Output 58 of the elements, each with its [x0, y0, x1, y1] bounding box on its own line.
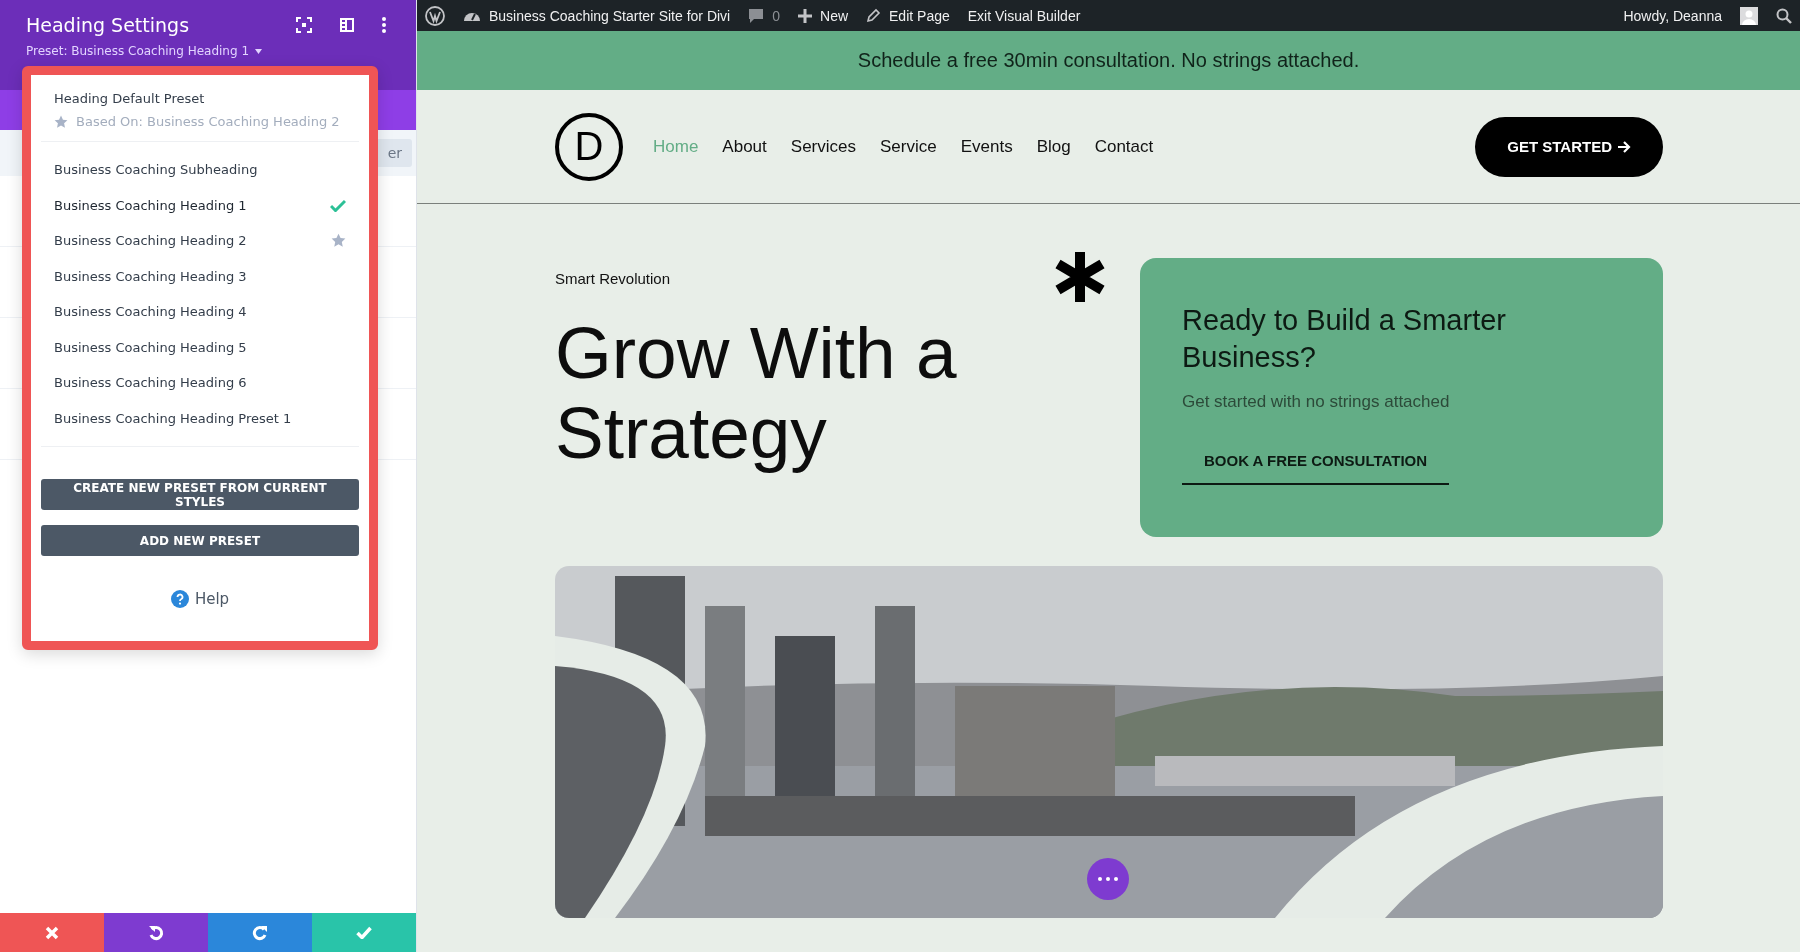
close-icon: [45, 925, 59, 940]
hero-heading: Grow With a Strategy: [555, 313, 958, 473]
comments-link[interactable]: 0: [748, 7, 780, 24]
new-link[interactable]: New: [798, 7, 849, 24]
asterisk-icon: [1053, 250, 1107, 304]
preset-item[interactable]: Business Coaching Heading 3: [41, 258, 359, 294]
card-subtitle: Get started with no strings attached: [1182, 392, 1450, 412]
nav-link[interactable]: About: [722, 136, 767, 157]
more-icon[interactable]: [382, 17, 386, 33]
eyebrow-text: Smart Revolution: [555, 270, 672, 287]
caret-icon: [255, 48, 263, 54]
check-icon: [330, 198, 346, 212]
preset-item[interactable]: Business Coaching Heading 1: [41, 187, 359, 223]
nav-link[interactable]: Contact: [1094, 136, 1154, 157]
star-icon: [54, 114, 68, 129]
user-greeting[interactable]: Howdy, Deanna: [1623, 7, 1722, 24]
preset-item[interactable]: Business Coaching Heading 4: [41, 294, 359, 330]
preset-item[interactable]: Business Coaching Subheading: [41, 152, 359, 188]
logo[interactable]: D: [555, 112, 623, 181]
redo-icon: [252, 924, 268, 941]
nav-link[interactable]: Blog: [1036, 136, 1071, 157]
more-icon: [1098, 877, 1118, 881]
preset-dropdown[interactable]: Preset: Business Coaching Heading 1: [26, 44, 263, 58]
preset-item[interactable]: Business Coaching Heading 5: [41, 329, 359, 365]
focus-icon[interactable]: [296, 17, 312, 33]
nav-link[interactable]: Events: [960, 136, 1013, 157]
redo-button[interactable]: [208, 913, 312, 952]
wordpress-icon[interactable]: [425, 5, 445, 26]
panel-title: Heading Settings: [26, 14, 190, 36]
layout-icon[interactable]: [340, 18, 354, 32]
close-button[interactable]: [0, 913, 104, 952]
nav-link[interactable]: Service: [880, 136, 937, 157]
help-icon[interactable]: [170, 590, 189, 608]
help-link[interactable]: Help: [194, 590, 230, 608]
preset-button[interactable]: CREATE NEW PRESET FROM CURRENT STYLES: [41, 479, 359, 510]
nav-link[interactable]: Services: [790, 136, 856, 157]
banner-text: Schedule a free 30min consultation. No strings attached.: [857, 49, 1360, 72]
card-title: Ready to Build a Smarter Business?: [1182, 303, 1507, 375]
default-preset-label[interactable]: Heading Default Preset: [54, 91, 346, 106]
preset-item[interactable]: Business Coaching Heading 6: [41, 365, 359, 401]
exit-builder-link[interactable]: Exit Visual Builder: [967, 7, 1081, 24]
pencil-icon: [866, 8, 882, 23]
based-on-text: Based On: Business Coaching Heading 2: [76, 114, 340, 129]
preset-item[interactable]: Business Coaching Heading Preset 1: [41, 400, 359, 436]
search-icon[interactable]: [1776, 7, 1792, 24]
site-link[interactable]: Business Coaching Starter Site for Divi: [463, 7, 731, 24]
preset-item[interactable]: Business Coaching Heading 2: [41, 223, 359, 259]
preset-button[interactable]: ADD NEW PRESET: [41, 525, 359, 556]
avatar-icon[interactable]: [1740, 6, 1758, 25]
comment-icon: [748, 7, 765, 24]
get-started-button[interactable]: GET STARTED: [1475, 116, 1663, 177]
check-icon: [356, 926, 372, 939]
edit-page-link[interactable]: Edit Page: [866, 7, 950, 24]
undo-icon: [148, 924, 164, 941]
plus-icon: [798, 8, 812, 23]
arrow-icon: [1618, 140, 1631, 153]
undo-button[interactable]: [104, 913, 208, 952]
consultation-button[interactable]: BOOK A FREE CONSULTATION: [1182, 438, 1450, 485]
